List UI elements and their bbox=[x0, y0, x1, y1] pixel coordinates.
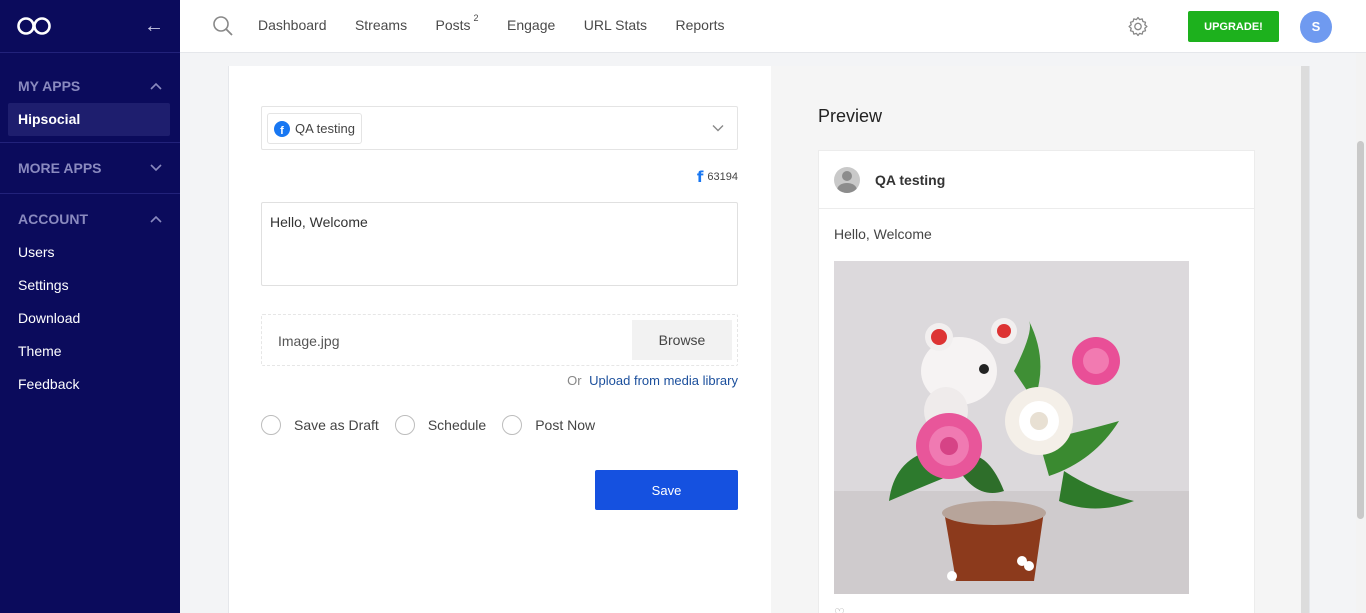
sidebar-section-more-apps: MORE APPS bbox=[0, 151, 180, 194]
panel-scrollbar[interactable] bbox=[1301, 66, 1309, 613]
preview-pane: Preview QA testing Hello, Welcome ♡ bbox=[771, 66, 1303, 613]
facebook-char-count: f 63194 bbox=[697, 168, 738, 186]
preview-title: Preview bbox=[818, 106, 883, 126]
page-scrollbar-thumb[interactable] bbox=[1357, 141, 1364, 519]
preview-image bbox=[834, 261, 1189, 594]
post-message-input[interactable]: Hello, Welcome bbox=[261, 202, 738, 286]
sidebar-section-title: ACCOUNT bbox=[18, 211, 88, 227]
top-right-actions: UPGRADE! S bbox=[1126, 0, 1332, 53]
sidebar: ← MY APPS Hipsocial MORE APPS ACCOUNT Us… bbox=[0, 0, 180, 613]
radio-label: Post Now bbox=[535, 417, 596, 433]
preview-card: QA testing Hello, Welcome ♡ bbox=[818, 150, 1255, 613]
sidebar-item-feedback[interactable]: Feedback bbox=[0, 368, 180, 401]
radio-label: Schedule bbox=[427, 417, 487, 433]
like-icon: ♡ bbox=[834, 606, 845, 613]
sidebar-item-users[interactable]: Users bbox=[0, 236, 180, 269]
preview-actions-row: ♡ bbox=[834, 606, 845, 613]
account-selector[interactable]: f QA testing bbox=[261, 106, 738, 150]
gear-icon[interactable] bbox=[1126, 15, 1150, 39]
chevron-up-icon bbox=[150, 215, 162, 223]
radio-post-now[interactable]: Post Now bbox=[502, 415, 595, 435]
chevron-down-icon bbox=[150, 164, 162, 172]
radio-circle[interactable] bbox=[502, 415, 523, 435]
chevron-down-icon[interactable] bbox=[711, 121, 725, 135]
radio-label: Save as Draft bbox=[294, 417, 379, 433]
facebook-icon: f bbox=[274, 120, 290, 137]
sidebar-item-theme[interactable]: Theme bbox=[0, 335, 180, 368]
posts-count-badge: 2 bbox=[473, 12, 479, 23]
selected-account-chip[interactable]: f QA testing bbox=[267, 113, 362, 144]
chevron-up-icon bbox=[150, 82, 162, 90]
avatar bbox=[834, 166, 860, 193]
collapse-sidebar-icon[interactable]: ← bbox=[144, 15, 164, 38]
page-scrollbar[interactable] bbox=[1356, 53, 1366, 613]
radio-schedule[interactable]: Schedule bbox=[394, 415, 487, 435]
file-name: Image.jpg bbox=[278, 333, 340, 349]
upload-media-library-link[interactable]: Upload from media library bbox=[589, 373, 738, 388]
sidebar-section-title: MY APPS bbox=[18, 78, 81, 94]
browse-button[interactable]: Browse bbox=[632, 320, 732, 360]
preview-message: Hello, Welcome bbox=[834, 226, 932, 242]
publish-options: Save as Draft Schedule Post Now bbox=[261, 415, 611, 435]
sidebar-section-my-apps: MY APPS Hipsocial bbox=[0, 69, 180, 143]
post-editor-panel: f QA testing f 63194 Hello, Welcome Imag… bbox=[228, 66, 1310, 613]
selected-account-name: QA testing bbox=[295, 121, 355, 136]
main-nav: Dashboard Streams Posts 2 Engage URL Stat… bbox=[258, 13, 749, 36]
nav-reports[interactable]: Reports bbox=[675, 17, 724, 33]
upgrade-button[interactable]: UPGRADE! bbox=[1188, 11, 1279, 42]
nav-dashboard[interactable]: Dashboard bbox=[258, 17, 327, 33]
file-upload-box: Image.jpg Browse bbox=[261, 314, 738, 366]
or-label: Or bbox=[567, 373, 582, 388]
nav-url-stats[interactable]: URL Stats bbox=[584, 17, 647, 33]
facebook-f-icon: f bbox=[696, 168, 704, 186]
search-icon[interactable] bbox=[212, 15, 234, 37]
radio-circle[interactable] bbox=[394, 415, 415, 435]
app-logo-icon[interactable] bbox=[16, 16, 52, 36]
radio-save-as-draft[interactable]: Save as Draft bbox=[261, 415, 379, 435]
nav-streams[interactable]: Streams bbox=[355, 17, 407, 33]
nav-engage[interactable]: Engage bbox=[507, 17, 555, 33]
sidebar-section-account: ACCOUNT Users Settings Download Theme Fe… bbox=[0, 202, 180, 407]
preview-card-header: QA testing bbox=[819, 151, 1254, 209]
sidebar-item-hipsocial[interactable]: Hipsocial bbox=[8, 103, 170, 136]
user-avatar[interactable]: S bbox=[1300, 10, 1332, 43]
sidebar-item-download[interactable]: Download bbox=[0, 302, 180, 335]
nav-posts[interactable]: Posts 2 bbox=[435, 13, 479, 34]
sidebar-header-more-apps[interactable]: MORE APPS bbox=[0, 151, 180, 185]
nav-posts-label: Posts bbox=[435, 17, 471, 34]
sidebar-header-my-apps[interactable]: MY APPS bbox=[0, 69, 180, 103]
radio-circle[interactable] bbox=[261, 415, 281, 435]
sidebar-section-title: MORE APPS bbox=[18, 160, 102, 176]
media-library-row: Or Upload from media library bbox=[567, 373, 738, 388]
sidebar-item-settings[interactable]: Settings bbox=[0, 269, 180, 302]
preview-account-name: QA testing bbox=[875, 171, 946, 188]
sidebar-header: ← bbox=[0, 0, 180, 53]
top-navbar: Dashboard Streams Posts 2 Engage URL Stat… bbox=[180, 0, 1366, 53]
composer-pane: f QA testing f 63194 Hello, Welcome Imag… bbox=[229, 66, 771, 613]
save-button[interactable]: Save bbox=[595, 470, 738, 510]
char-count-value: 63194 bbox=[707, 171, 738, 183]
sidebar-header-account[interactable]: ACCOUNT bbox=[0, 202, 180, 236]
